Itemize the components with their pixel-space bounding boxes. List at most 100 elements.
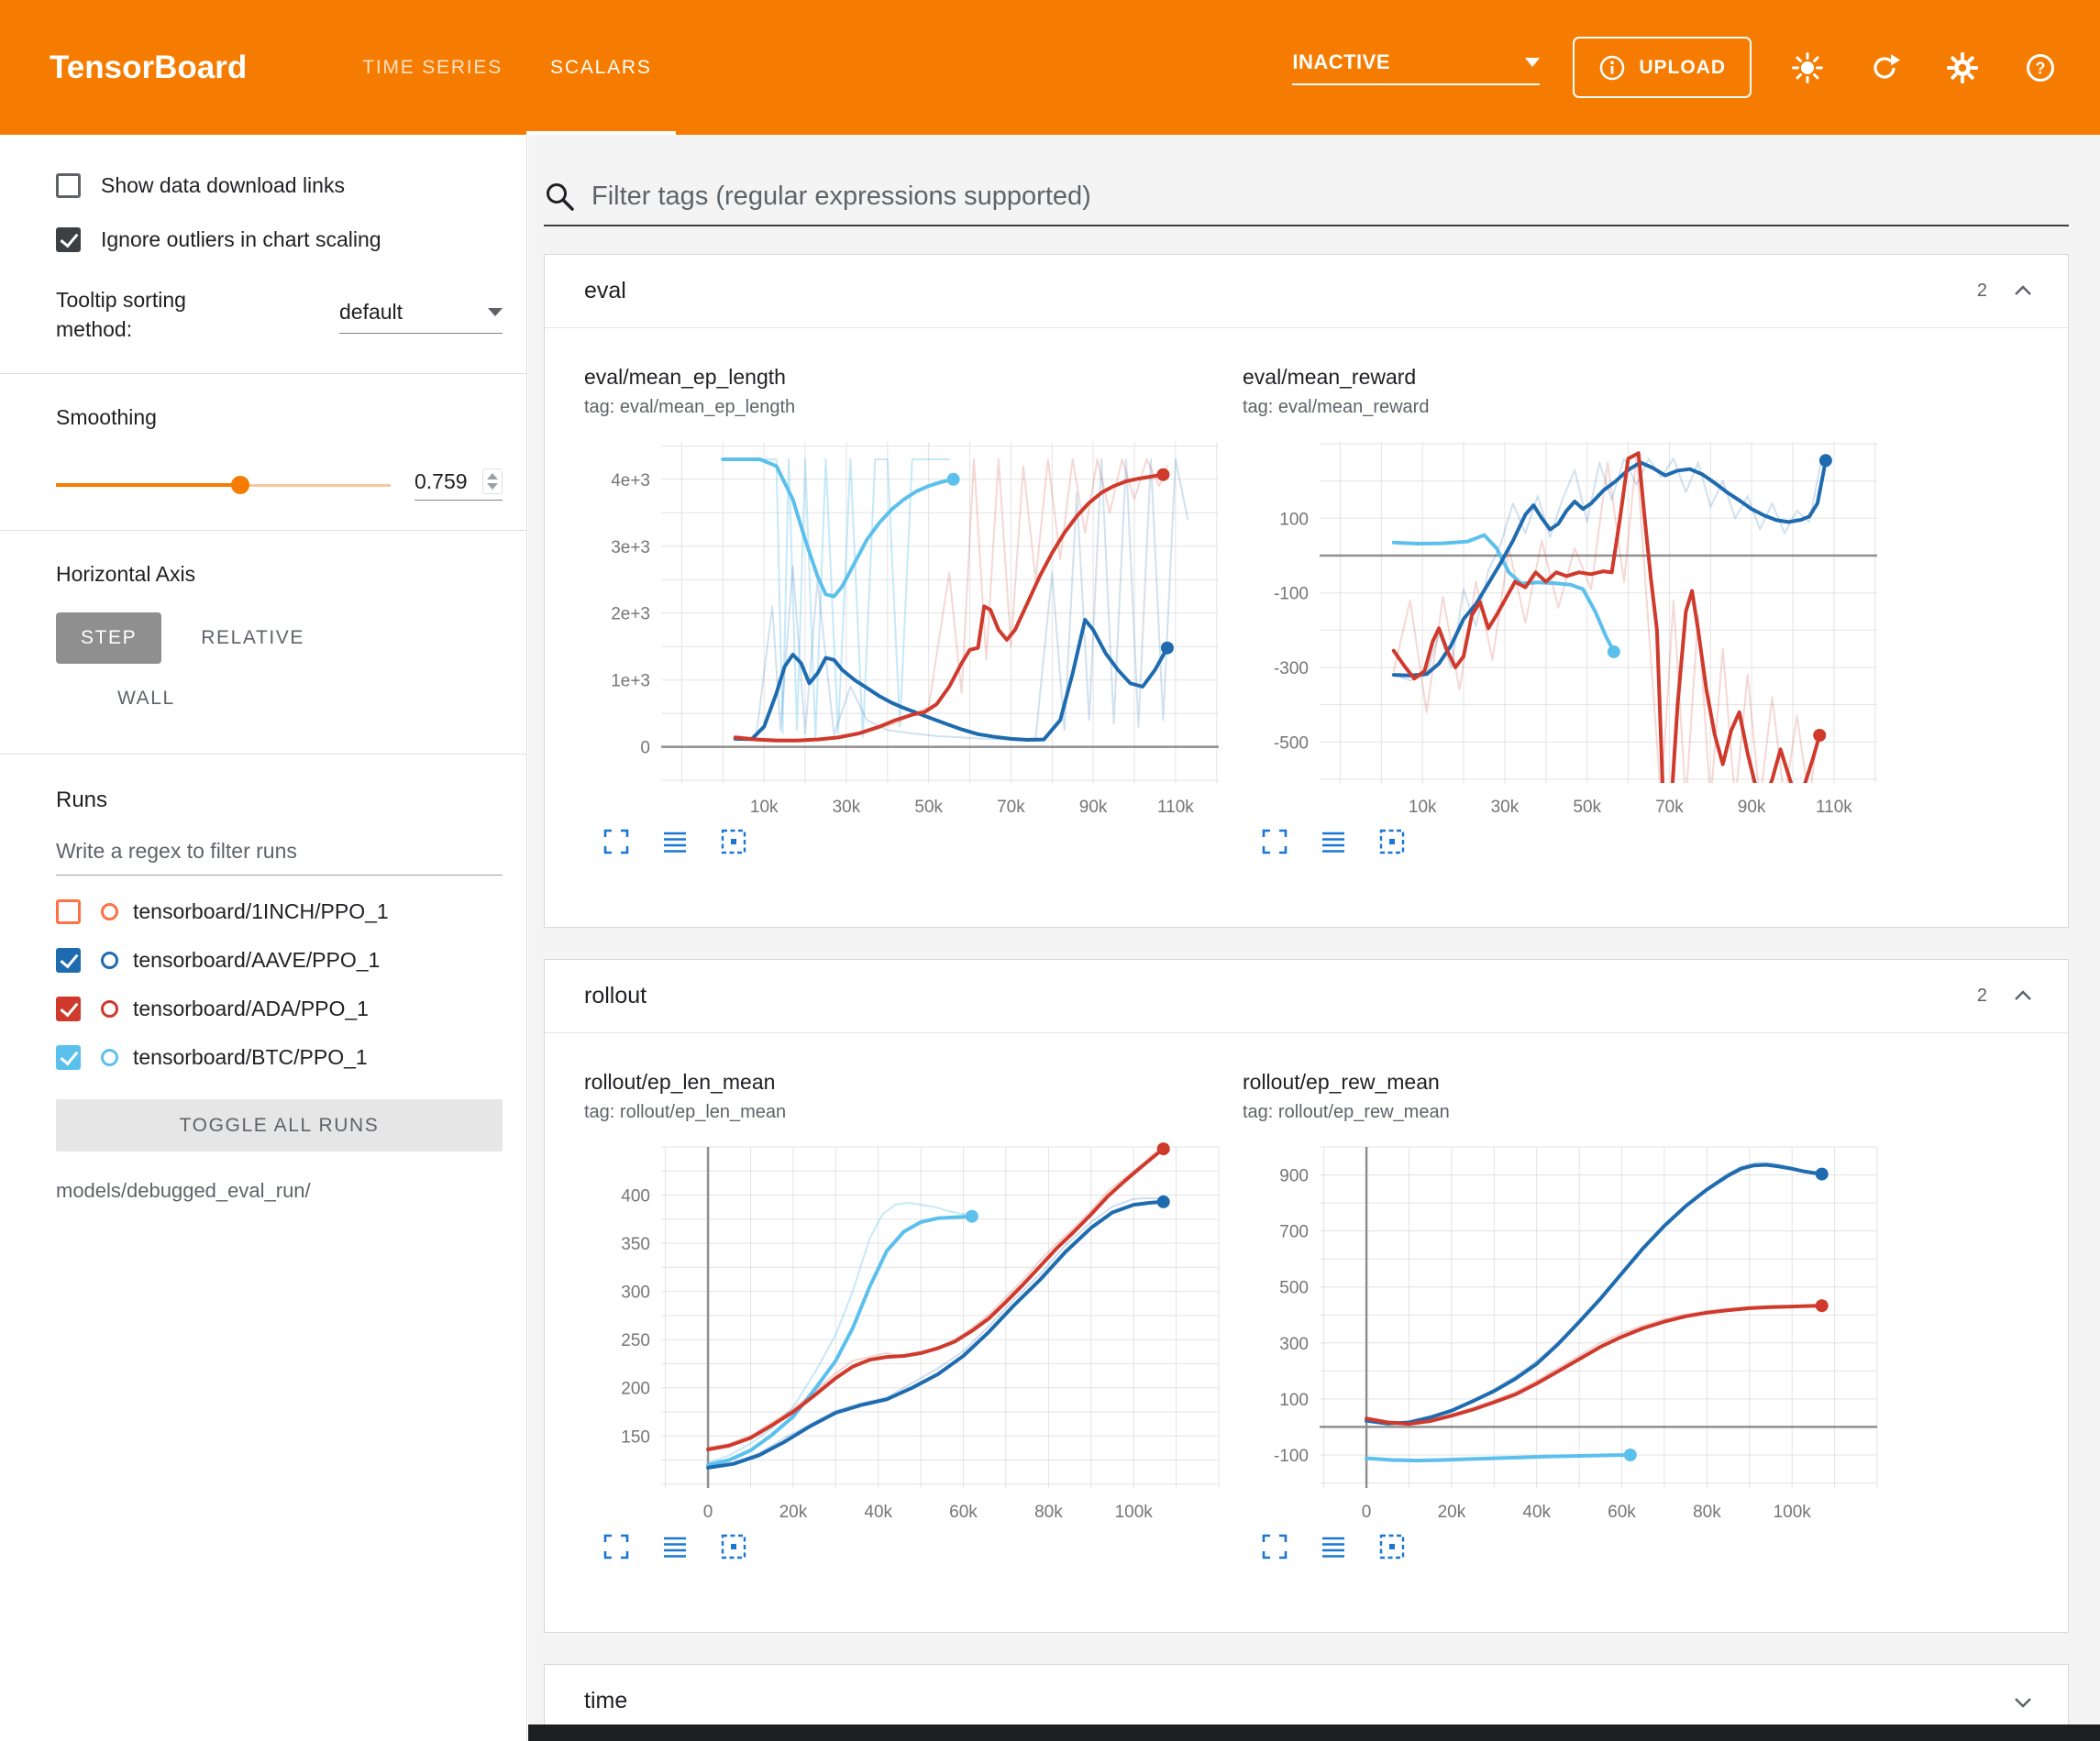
expand-chart-icon[interactable]: [1261, 828, 1288, 855]
stepper-down-icon[interactable]: [487, 483, 498, 490]
run-row-ada[interactable]: tensorboard/ADA/PPO_1: [0, 997, 526, 1021]
view-data-icon[interactable]: [661, 1533, 689, 1560]
stepper-up-icon[interactable]: [487, 473, 498, 479]
svg-text:-300: -300: [1274, 659, 1309, 678]
svg-text:100k: 100k: [1115, 1503, 1154, 1522]
chart-canvas[interactable]: 10k30k50k70k90k110k01e+32e+33e+34e+3: [584, 433, 1226, 822]
svg-text:500: 500: [1279, 1279, 1309, 1298]
run-label: tensorboard/1INCH/PPO_1: [133, 899, 389, 924]
smoothing-value-field[interactable]: 0.759: [414, 468, 503, 501]
chart-title: eval/mean_ep_length: [584, 365, 1226, 390]
tag-filter-input[interactable]: [591, 182, 2069, 212]
run-row-1inch[interactable]: tensorboard/1INCH/PPO_1: [0, 899, 526, 924]
theme-brightness-icon[interactable]: [1792, 52, 1823, 83]
axis-step-button[interactable]: STEP: [56, 612, 161, 664]
run-checkbox[interactable]: [56, 899, 81, 924]
stepper-buttons[interactable]: [482, 468, 503, 494]
models-path-label: models/debugged_eval_run/: [0, 1179, 526, 1203]
runs-filter-row: [0, 839, 526, 876]
chart-title: eval/mean_reward: [1243, 365, 1884, 390]
axis-relative-button[interactable]: RELATIVE: [176, 612, 329, 664]
chart-tag: tag: eval/mean_reward: [1243, 397, 1884, 418]
chevron-down-icon: [1525, 58, 1540, 67]
chevron-down-icon: [488, 308, 503, 316]
chart-rollout-ep-len-mean: rollout/ep_len_mean tag: rollout/ep_len_…: [584, 1070, 1226, 1560]
ignore-outliers-checkbox[interactable]: [56, 227, 81, 252]
svg-text:100: 100: [1279, 510, 1309, 529]
svg-text:4e+3: 4e+3: [611, 471, 650, 490]
svg-text:3e+3: 3e+3: [611, 538, 650, 557]
show-download-links-checkbox[interactable]: [56, 173, 81, 198]
run-checkbox[interactable]: [56, 997, 81, 1021]
divider: [0, 373, 526, 374]
svg-text:50k: 50k: [914, 798, 943, 817]
expand-chart-icon[interactable]: [1261, 1533, 1288, 1560]
sidebar: Show data download links Ignore outliers…: [0, 135, 527, 1741]
svg-text:1e+3: 1e+3: [611, 672, 650, 691]
tab-scalars[interactable]: SCALARS: [526, 0, 676, 135]
chart-toolbar: [1243, 1533, 1884, 1560]
help-icon[interactable]: ?: [2025, 52, 2056, 83]
chart-canvas[interactable]: 10k30k50k70k90k110k100-100-300-500: [1243, 433, 1884, 822]
slider-thumb[interactable]: [231, 476, 249, 494]
chart-rollout-ep-rew-mean: rollout/ep_rew_mean tag: rollout/ep_rew_…: [1243, 1070, 1884, 1560]
toggle-all-runs-button[interactable]: TOGGLE ALL RUNS: [56, 1099, 503, 1151]
settings-gear-icon[interactable]: [1946, 51, 1979, 84]
fit-domain-icon[interactable]: [720, 828, 747, 855]
view-data-icon[interactable]: [1320, 1533, 1347, 1560]
tooltip-sorting-select[interactable]: default: [339, 300, 503, 334]
divider: [0, 530, 526, 531]
svg-text:100k: 100k: [1774, 1503, 1812, 1522]
section-title: rollout: [584, 983, 647, 1009]
tab-time-series[interactable]: TIME SERIES: [338, 0, 526, 135]
view-data-icon[interactable]: [1320, 828, 1347, 855]
view-data-icon[interactable]: [661, 828, 689, 855]
svg-text:400: 400: [621, 1187, 650, 1207]
svg-text:900: 900: [1279, 1167, 1309, 1186]
section-rollout-header[interactable]: rollout 2: [545, 960, 2068, 1033]
smoothing-control: 0.759: [0, 468, 526, 501]
section-eval: eval 2 eval/mean_ep_length tag: eval/mea…: [544, 254, 2069, 928]
run-checkbox[interactable]: [56, 948, 81, 973]
section-rollout-body: rollout/ep_len_mean tag: rollout/ep_len_…: [545, 1033, 2068, 1632]
svg-text:0: 0: [703, 1503, 713, 1522]
chevron-up-icon[interactable]: [2011, 985, 2035, 1008]
chart-canvas[interactable]: 020k40k60k80k100k-100100300500700900: [1243, 1138, 1884, 1527]
main-content: eval 2 eval/mean_ep_length tag: eval/mea…: [528, 135, 2100, 1741]
axis-wall-button[interactable]: WALL: [93, 673, 200, 724]
chart-toolbar: [584, 1533, 1226, 1560]
svg-text:300: 300: [1279, 1335, 1309, 1354]
chart-tag: tag: rollout/ep_len_mean: [584, 1102, 1226, 1123]
status-dropdown[interactable]: INACTIVE: [1292, 50, 1540, 85]
run-row-btc[interactable]: tensorboard/BTC/PPO_1: [0, 1045, 526, 1070]
run-checkbox[interactable]: [56, 1045, 81, 1070]
run-label: tensorboard/AAVE/PPO_1: [133, 948, 380, 973]
svg-text:50k: 50k: [1573, 798, 1601, 817]
svg-text:70k: 70k: [1655, 798, 1684, 817]
section-eval-body: eval/mean_ep_length tag: eval/mean_ep_le…: [545, 328, 2068, 927]
chart-eval-mean-ep-length: eval/mean_ep_length tag: eval/mean_ep_le…: [584, 365, 1226, 855]
smoothing-slider[interactable]: [56, 476, 391, 494]
chevron-down-icon[interactable]: [2011, 1690, 2035, 1713]
fit-domain-icon[interactable]: [720, 1533, 747, 1560]
expand-chart-icon[interactable]: [602, 828, 630, 855]
svg-text:-100: -100: [1274, 585, 1309, 604]
svg-text:10k: 10k: [1409, 798, 1437, 817]
expand-chart-icon[interactable]: [602, 1533, 630, 1560]
svg-text:200: 200: [621, 1380, 650, 1399]
run-row-aave[interactable]: tensorboard/AAVE/PPO_1: [0, 948, 526, 973]
fit-domain-icon[interactable]: [1378, 828, 1406, 855]
tooltip-sorting-value: default: [339, 300, 403, 325]
fit-domain-icon[interactable]: [1378, 1533, 1406, 1560]
chevron-up-icon[interactable]: [2011, 280, 2035, 303]
section-eval-header[interactable]: eval 2: [545, 255, 2068, 328]
svg-text:30k: 30k: [1491, 798, 1520, 817]
chart-canvas[interactable]: 020k40k60k80k100k150200250300350400: [584, 1138, 1226, 1527]
svg-text:2e+3: 2e+3: [611, 605, 650, 624]
upload-button[interactable]: UPLOAD: [1573, 37, 1752, 98]
svg-text:80k: 80k: [1693, 1503, 1721, 1522]
runs-heading: Runs: [0, 788, 526, 813]
runs-filter-input[interactable]: [56, 839, 503, 876]
svg-text:100: 100: [1279, 1391, 1309, 1410]
refresh-icon[interactable]: [1869, 52, 1900, 83]
